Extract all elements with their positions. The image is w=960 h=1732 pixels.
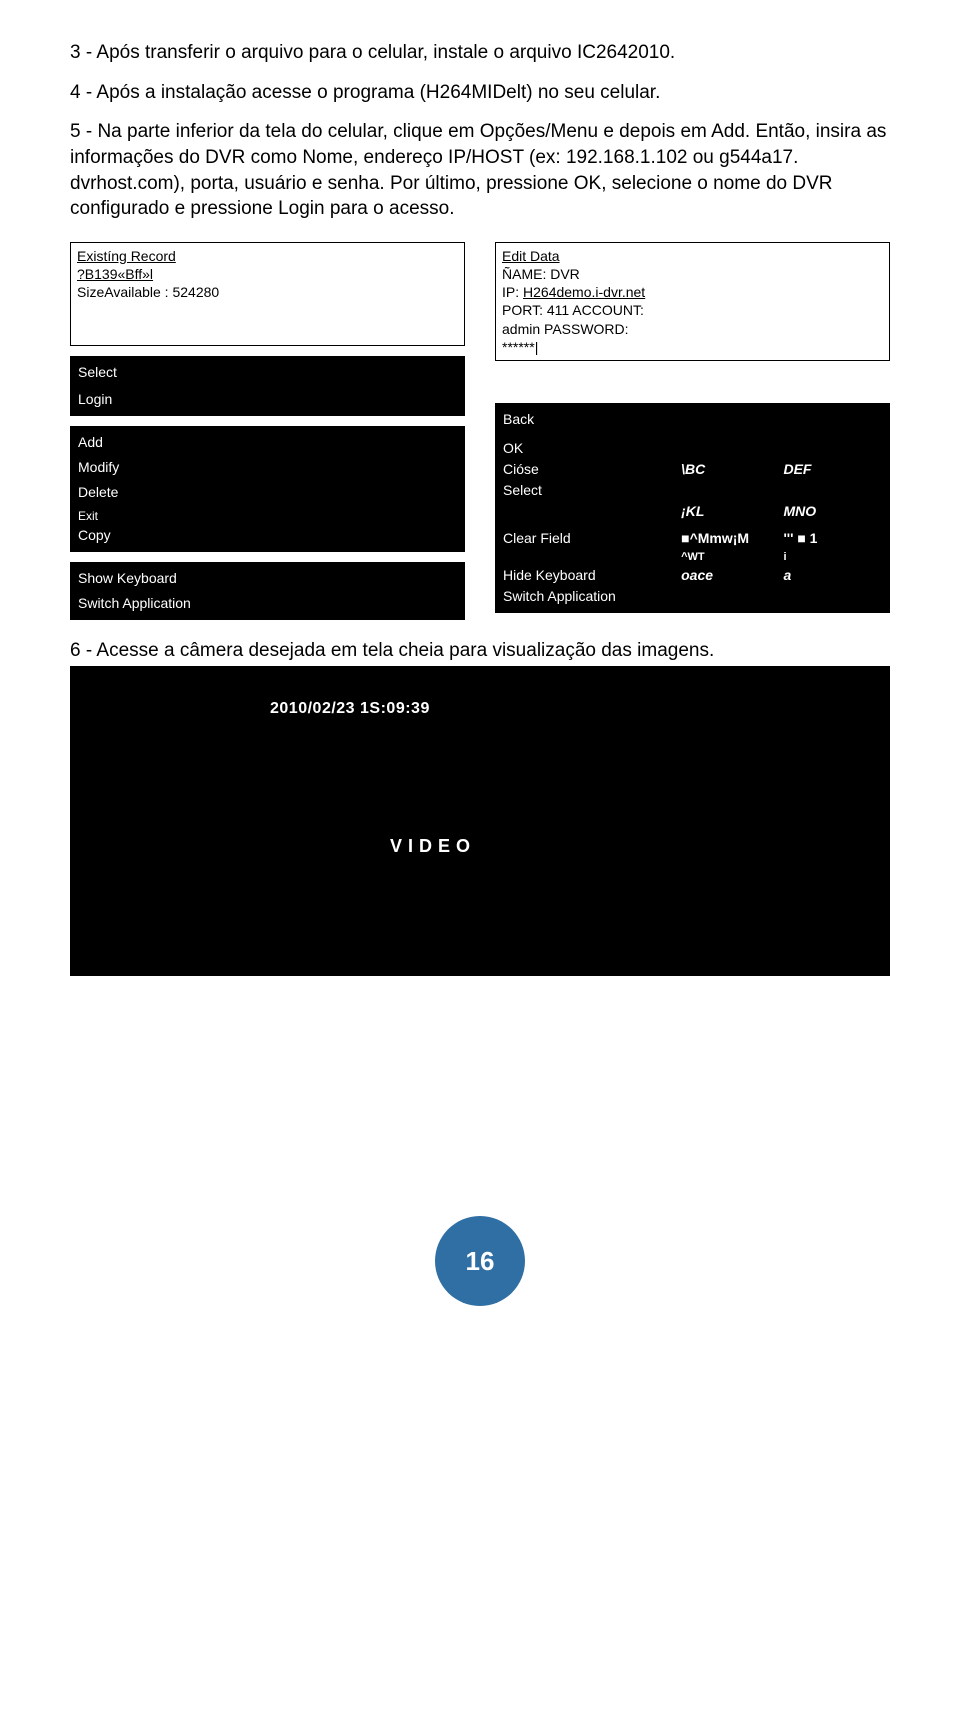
video-timestamp: 2010/02/23 1S:09:39 [270,700,430,718]
menu-show-keyboard[interactable]: Show Keyboard [78,568,457,589]
menu-login[interactable]: Login [78,389,457,410]
menu-back[interactable]: Back [503,409,681,430]
ip-prefix: IP: [502,284,523,300]
menu-switch-application-right[interactable]: Switch Application [503,586,681,607]
ip-line: IP: H264demo.i-dvr.net [502,283,883,301]
key-jkl[interactable]: ¡KL [681,501,783,522]
page-number-badge: 16 [435,1216,525,1306]
video-preview-block: 2010/02/23 1S:09:39 VIDEO [70,666,890,976]
screenshot-pair: Existíng Record ?B139«Bff»l SizeAvailabl… [70,242,890,621]
left-menu-3: Show Keyboard Switch Application [70,562,465,620]
right-menu-block: Back OK Cióse \BC DEF Select ¡KL MNO Cle… [495,403,890,614]
menu-ok[interactable]: OK [503,438,681,459]
paragraph-3: 3 - Após transferir o arquivo para o cel… [70,40,890,66]
menu-close[interactable]: Cióse [503,459,681,480]
key-oace[interactable]: oace [681,565,783,586]
menu-switch-application[interactable]: Switch Application [78,593,457,614]
left-column: Existíng Record ?B139«Bff»l SizeAvailabl… [70,242,465,621]
menu-clear-field[interactable]: Clear Field [503,528,681,549]
key-one[interactable]: ''' ■ 1 [783,528,882,549]
account-line: admin PASSWORD: [502,320,883,338]
size-available-line: SizeAvailable : 524280 [77,283,458,301]
edit-data-panel: Edit Data ÑAME: DVR IP: H264demo.i-dvr.n… [495,242,890,361]
key-mno[interactable]: MNO [783,501,882,522]
password-line: ******| [502,338,883,356]
existing-record-title: Existíng Record [77,247,458,265]
right-column: Edit Data ÑAME: DVR IP: H264demo.i-dvr.n… [495,242,890,621]
video-label: VIDEO [390,836,476,857]
menu-add[interactable]: Add [78,432,457,453]
key-def[interactable]: DEF [783,459,882,480]
port-line: PORT: 411 ACCOUNT: [502,301,883,319]
key-mmw[interactable]: ■^Mmw¡M [681,528,783,549]
menu-modify[interactable]: Modify [78,457,457,478]
key-abc[interactable]: \BC [681,459,783,480]
menu-exit[interactable]: Exit [78,507,457,525]
menu-select-right[interactable]: Select [503,480,681,501]
key-a[interactable]: a [783,565,882,586]
left-menu-1: Select Login [70,356,465,416]
menu-delete[interactable]: Delete [78,482,457,503]
menu-copy[interactable]: Copy [78,525,457,546]
key-i: i [783,549,882,566]
left-menu-2: Add Modify Delete Exit Copy [70,426,465,552]
paragraph-6: 6 - Acesse a câmera desejada em tela che… [70,640,890,662]
record-id-line: ?B139«Bff»l [77,265,458,283]
ip-value: H264demo.i-dvr.net [523,284,645,300]
menu-hide-keyboard[interactable]: Hide Keyboard [503,565,681,586]
existing-record-panel: Existíng Record ?B139«Bff»l SizeAvailabl… [70,242,465,347]
key-wt: ^WT [681,549,783,566]
name-line: ÑAME: DVR [502,265,883,283]
menu-select[interactable]: Select [78,362,457,383]
paragraph-4: 4 - Após a instalação acesse o programa … [70,80,890,106]
paragraph-5: 5 - Na parte inferior da tela do celular… [70,119,890,222]
edit-data-title: Edit Data [502,247,883,265]
